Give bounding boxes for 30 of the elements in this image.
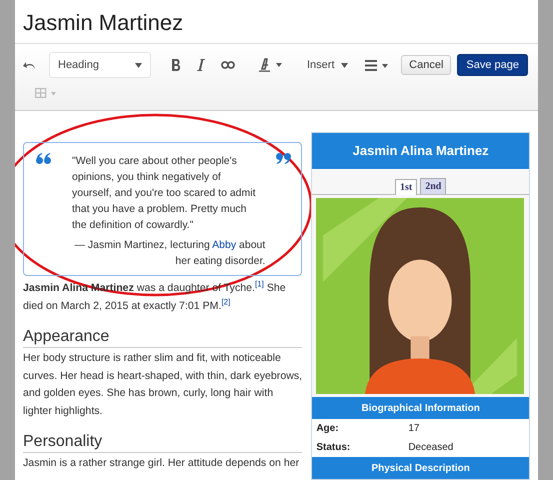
field-value: 17 — [408, 423, 420, 434]
quote-attribution: — Jasmin Martinez, lecturing Abby about her eating disorder. — [73, 238, 266, 269]
bold-icon[interactable] — [171, 59, 181, 71]
list-menu-icon[interactable] — [365, 60, 390, 70]
text-style-icon[interactable] — [259, 58, 283, 72]
cancel-button[interactable]: Cancel — [401, 55, 452, 75]
close-quote-icon — [275, 153, 292, 164]
format-dropdown[interactable]: Heading — [49, 52, 151, 78]
section-paragraph: Her body structure is rather slim and fit, with noticeable curves. Her head is heart-shaped, with thin, dark eyebrows, and golden eyes. She has brown, curly, long hair with lighter highlights. — [23, 351, 302, 418]
save-page-button[interactable]: Save page — [457, 54, 528, 76]
open-quote-icon — [36, 153, 52, 164]
quote-text: "Well you care about other people's opinions, you think negatively of yourself, and you're too scared to admit that you have a problem. Pretty much the definition of cowardly." — [72, 154, 257, 233]
infobox-section-heading: Physical Description — [312, 457, 529, 479]
caret-icon — [340, 62, 348, 68]
character-link[interactable]: Abby — [212, 239, 236, 251]
link-icon[interactable] — [221, 61, 235, 69]
section-paragraph: Jasmin is a rather strange girl. Her attitude depends on her — [23, 456, 300, 471]
section-heading: Appearance — [23, 328, 302, 348]
section-heading: Personality — [23, 433, 302, 453]
undo-icon[interactable] — [23, 60, 37, 70]
infobox-section-heading: Biographical Information — [312, 397, 529, 419]
caret-icon — [135, 62, 142, 68]
infobox-tab[interactable]: 2nd — [420, 178, 446, 194]
italic-icon[interactable] — [197, 59, 205, 71]
field-label: Status: — [316, 442, 352, 453]
field-label: Age: — [316, 423, 340, 434]
insert-menu[interactable]: Insert — [307, 59, 348, 71]
infobox-tab[interactable]: 1st — [394, 179, 418, 195]
field-value: Deceased — [408, 442, 454, 453]
infobox-title: Jasmin Alina Martinez — [312, 133, 529, 170]
